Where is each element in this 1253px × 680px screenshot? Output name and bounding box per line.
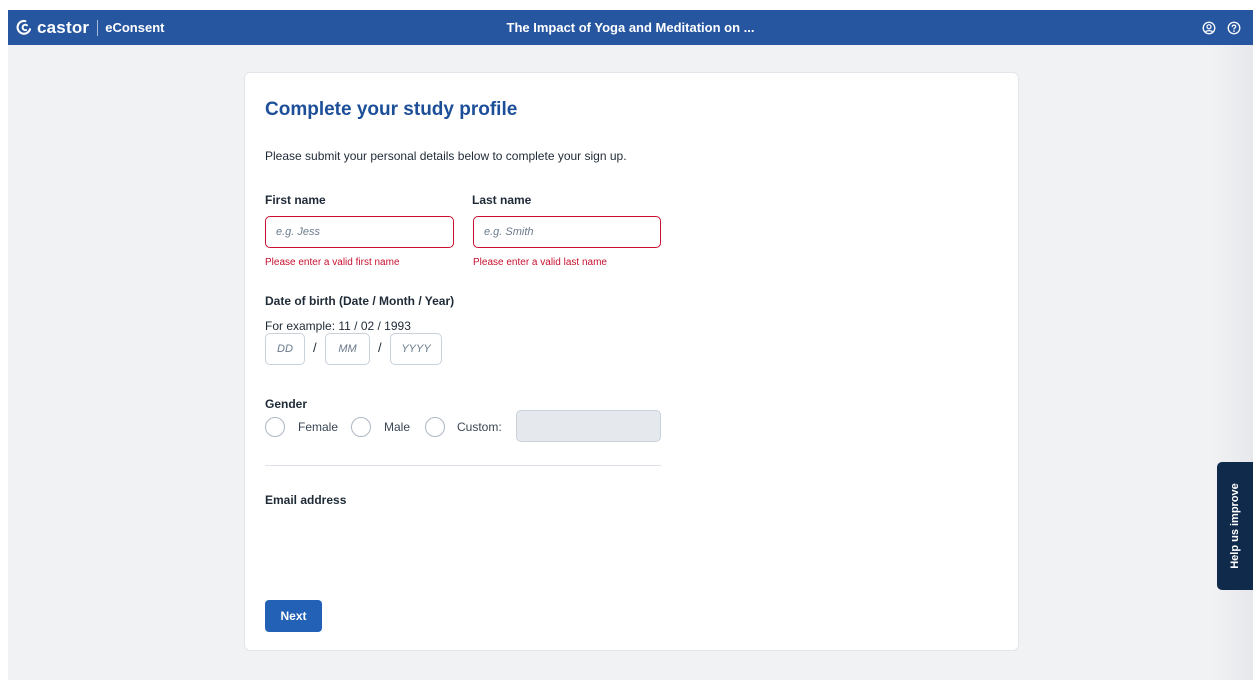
gender-custom-input[interactable] <box>516 410 661 442</box>
dob-month-input[interactable] <box>325 333 370 365</box>
app-frame: castor eConsent The Impact of Yoga and M… <box>8 10 1253 680</box>
section-divider <box>265 465 661 466</box>
dob-year-input[interactable] <box>390 333 442 365</box>
gender-male-label[interactable]: Male <box>384 420 410 434</box>
brand-divider <box>97 19 99 36</box>
dob-day-input[interactable] <box>265 333 305 365</box>
user-circle-icon[interactable] <box>1202 21 1216 35</box>
first-name-input[interactable] <box>265 216 454 248</box>
product-name: eConsent <box>105 20 165 35</box>
gender-custom-label[interactable]: Custom: <box>457 420 502 434</box>
last-name-label: Last name <box>472 193 532 207</box>
profile-form-card: Complete your study profile Please submi… <box>244 72 1019 651</box>
gender-male-radio[interactable] <box>351 417 371 437</box>
first-name-label: First name <box>265 193 326 207</box>
topbar-actions <box>1202 10 1241 45</box>
brand[interactable]: castor eConsent <box>16 10 164 45</box>
top-bar: castor eConsent The Impact of Yoga and M… <box>8 10 1253 45</box>
help-tab-label: Help us improve <box>1229 483 1241 569</box>
dob-separator: / <box>313 340 317 355</box>
first-name-error: Please enter a valid first name <box>265 257 400 268</box>
next-button[interactable]: Next <box>265 600 322 632</box>
dob-separator: / <box>378 340 382 355</box>
email-label: Email address <box>265 493 347 507</box>
gender-label: Gender <box>265 397 308 411</box>
brand-name: castor <box>37 17 90 37</box>
study-title: The Impact of Yoga and Meditation on ... <box>506 20 755 35</box>
gender-female-label[interactable]: Female <box>298 420 338 434</box>
form-title: Complete your study profile <box>265 99 518 120</box>
castor-logo-icon <box>16 19 32 35</box>
dob-label: Date of birth (Date / Month / Year) <box>265 294 455 308</box>
dob-example: For example: 11 / 02 / 1993 <box>265 319 411 333</box>
help-circle-icon[interactable] <box>1227 21 1241 35</box>
form-intro: Please submit your personal details belo… <box>265 149 627 163</box>
gender-female-radio[interactable] <box>265 417 285 437</box>
last-name-input[interactable] <box>473 216 661 248</box>
help-us-improve-tab[interactable]: Help us improve <box>1217 462 1253 590</box>
last-name-error: Please enter a valid last name <box>473 257 607 268</box>
gender-custom-radio[interactable] <box>425 417 445 437</box>
